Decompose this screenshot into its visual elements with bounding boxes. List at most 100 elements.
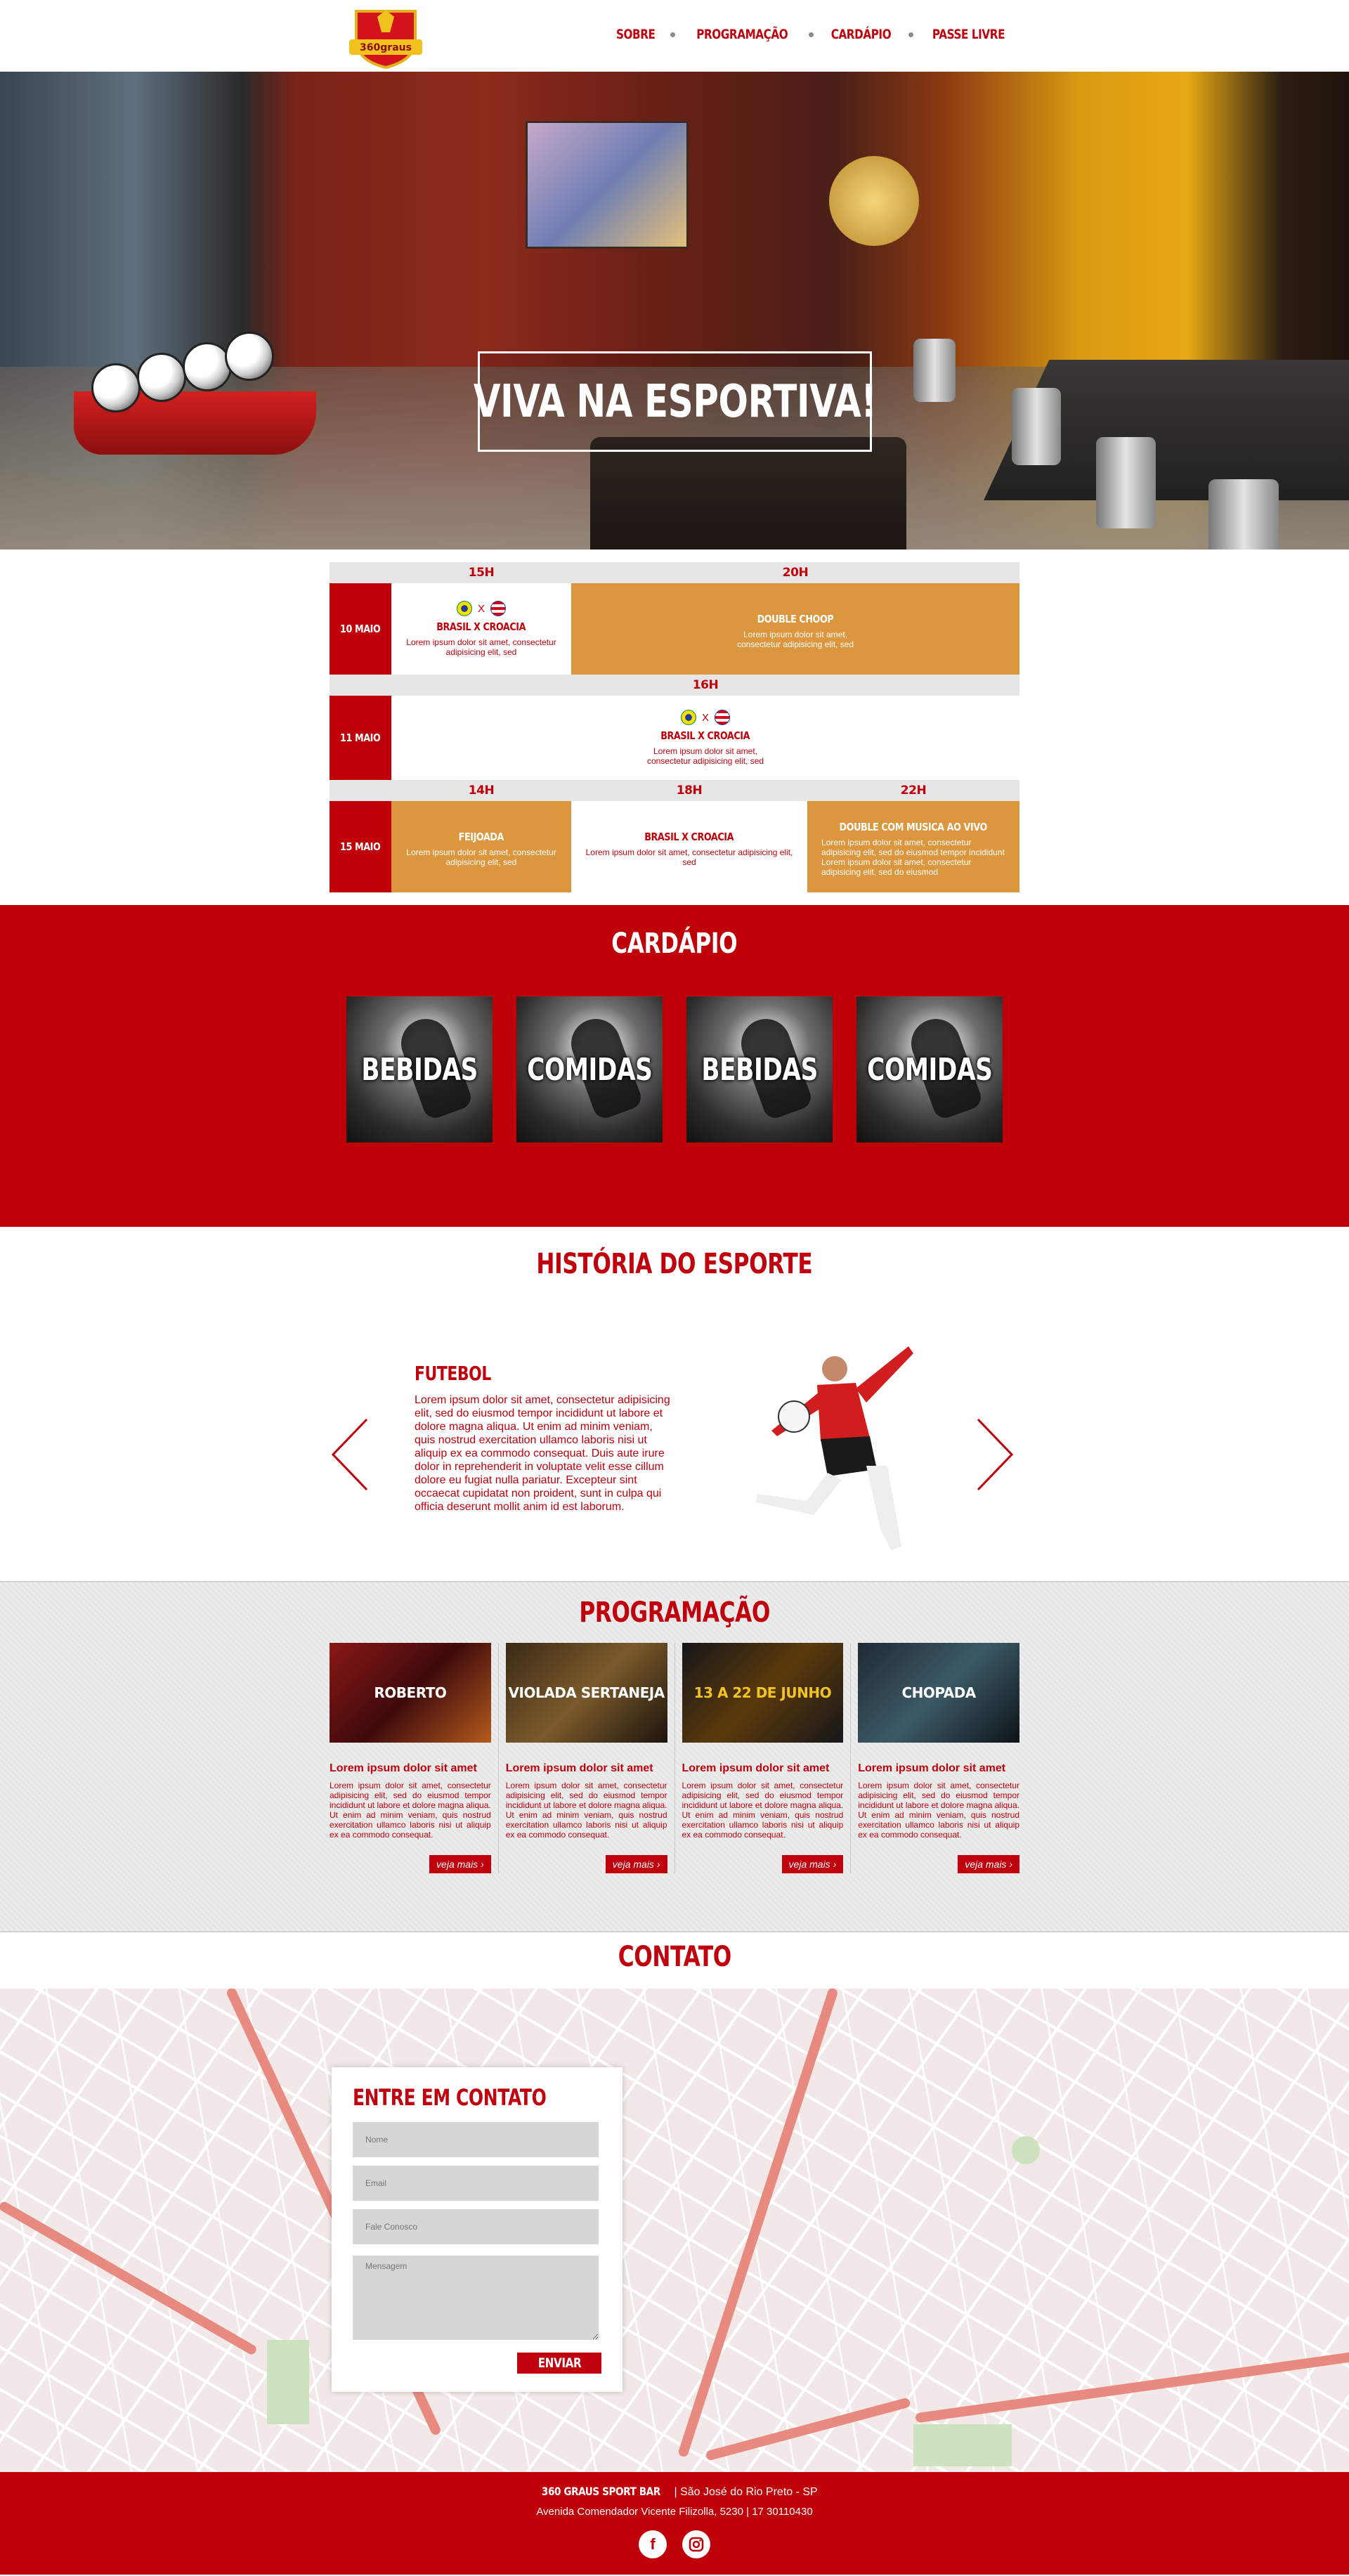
historia-subtitle: FUTEBOL bbox=[415, 1362, 491, 1385]
name-field[interactable] bbox=[353, 2122, 599, 2157]
schedule-event[interactable]: X BRASIL X CROACIA Lorem ipsum dolor sit… bbox=[391, 583, 571, 675]
brazil-flag-icon bbox=[456, 601, 472, 616]
menu-grid: BEBIDAS COMIDAS BEBIDAS COMIDAS bbox=[0, 996, 1349, 1143]
event-description: Lorem ipsum dolor sit amet, consectetur … bbox=[406, 847, 556, 867]
footer-brand: 360 GRAUS SPORT BAR bbox=[542, 2485, 661, 2498]
map-park bbox=[267, 2340, 309, 2424]
section-title: PROGRAMAÇÃO bbox=[579, 1596, 770, 1629]
event-description: Lorem ipsum dolor sit amet, consectetur … bbox=[646, 746, 764, 766]
event-poster[interactable]: CHOPADA bbox=[858, 1643, 1019, 1743]
schedule-event[interactable]: DOUBLE CHOOP Lorem ipsum dolor sit amet,… bbox=[571, 583, 1019, 675]
event-card: ROBERTO Lorem ipsum dolor sit amet Lorem… bbox=[330, 1643, 498, 1873]
brazil-flag-icon bbox=[680, 710, 696, 725]
veja-mais-button[interactable]: veja mais › bbox=[958, 1855, 1019, 1873]
menu-card-bebidas[interactable]: BEBIDAS bbox=[346, 996, 493, 1143]
event-card-heading: Lorem ipsum dolor sit amet bbox=[858, 1762, 1006, 1774]
schedule-event[interactable]: DOUBLE COM MUSICA AO VIVO Lorem ipsum do… bbox=[807, 801, 1019, 892]
form-title: ENTRE EM CONTATO bbox=[353, 2084, 547, 2111]
schedule-table: 15H 20H 10 MAIO X BRASIL X CROACIA Lorem… bbox=[330, 562, 1019, 892]
site-footer: 360 GRAUS SPORT BAR | São José do Rio Pr… bbox=[0, 2472, 1349, 2575]
schedule-day: 10 MAIO bbox=[330, 583, 391, 675]
map-park bbox=[913, 2424, 1012, 2466]
schedule-event[interactable]: FEIJOADA Lorem ipsum dolor sit amet, con… bbox=[391, 801, 571, 892]
soccer-player-image bbox=[756, 1346, 913, 1550]
event-card: VIOLADA SERTANEJA Lorem ipsum dolor sit … bbox=[497, 1643, 674, 1873]
croatia-flag-icon bbox=[715, 710, 730, 725]
nav-separator bbox=[809, 32, 814, 37]
event-title: DOUBLE CHOOP bbox=[757, 613, 834, 625]
event-card-text: Lorem ipsum dolor sit amet, consectetur … bbox=[858, 1781, 1019, 1840]
facebook-icon[interactable]: f bbox=[639, 2530, 667, 2558]
veja-mais-button[interactable]: veja mais › bbox=[781, 1855, 844, 1873]
time-label: 22H bbox=[900, 783, 927, 798]
chevron-right-icon[interactable] bbox=[977, 1418, 1013, 1491]
schedule-day: 11 MAIO bbox=[330, 696, 391, 780]
schedule-event[interactable]: X BRASIL X CROACIA Lorem ipsum dolor sit… bbox=[391, 696, 1019, 780]
event-title: FEIJOADA bbox=[458, 831, 504, 843]
time-label: 18H bbox=[676, 783, 703, 798]
event-card-heading: Lorem ipsum dolor sit amet bbox=[505, 1762, 653, 1774]
barrel-stool bbox=[913, 339, 956, 402]
barrel-stool bbox=[1096, 437, 1156, 528]
social-links: f bbox=[0, 2530, 1349, 2558]
nav-cardapio[interactable]: CARDÁPIO bbox=[831, 27, 892, 42]
schedule-event[interactable]: BRASIL X CROACIA Lorem ipsum dolor sit a… bbox=[571, 801, 807, 892]
menu-card-label: BEBIDAS bbox=[701, 1051, 818, 1088]
event-description: Lorem ipsum dolor sit amet, consectetur … bbox=[821, 838, 1005, 877]
nav-separator bbox=[908, 32, 914, 37]
logo[interactable]: 360graus bbox=[349, 4, 422, 69]
map-road bbox=[705, 2397, 911, 2461]
barrel-stool bbox=[1012, 388, 1061, 465]
subject-field[interactable] bbox=[353, 2209, 599, 2244]
historia-section: HISTÓRIA DO ESPORTE FUTEBOL Lorem ipsum … bbox=[0, 1227, 1349, 1581]
map-park bbox=[1012, 2136, 1040, 2164]
event-card-text: Lorem ipsum dolor sit amet, consectetur … bbox=[330, 1781, 491, 1840]
nav-passe-livre[interactable]: PASSE LIVRE bbox=[932, 27, 1005, 42]
site-header: 360graus SOBRE PROGRAMAÇÃO CARDÁPIO PASS… bbox=[0, 0, 1349, 72]
event-poster[interactable]: VIOLADA SERTANEJA bbox=[505, 1643, 667, 1743]
event-card-text: Lorem ipsum dolor sit amet, consectetur … bbox=[505, 1781, 667, 1840]
instagram-icon[interactable] bbox=[682, 2530, 710, 2558]
barrel-stool bbox=[1208, 479, 1279, 549]
cardapio-section: CARDÁPIO BEBIDAS COMIDAS BEBIDAS COMIDAS bbox=[0, 905, 1349, 1227]
time-label: 15H bbox=[468, 566, 495, 580]
event-card: 13 A 22 DE JUNHO Lorem ipsum dolor sit a… bbox=[674, 1643, 851, 1873]
map-road bbox=[677, 1989, 839, 2458]
schedule-day: 15 MAIO bbox=[330, 801, 391, 892]
veja-mais-button[interactable]: veja mais › bbox=[605, 1855, 667, 1873]
menu-card-label: BEBIDAS bbox=[361, 1051, 478, 1088]
event-title: DOUBLE COM MUSICA AO VIVO bbox=[839, 821, 988, 833]
hero-tv-image bbox=[526, 121, 689, 249]
nav-separator bbox=[670, 32, 675, 37]
hero-bench bbox=[590, 437, 906, 549]
schedule-times-row: 15H 20H bbox=[330, 562, 1019, 583]
time-label: 20H bbox=[782, 566, 809, 580]
message-field[interactable] bbox=[353, 2256, 599, 2340]
event-poster[interactable]: ROBERTO bbox=[330, 1643, 491, 1743]
section-title: HISTÓRIA DO ESPORTE bbox=[536, 1248, 813, 1280]
main-nav: SOBRE PROGRAMAÇÃO CARDÁPIO PASSE LIVRE bbox=[611, 27, 1014, 42]
schedule-times-row: 16H bbox=[330, 675, 1019, 696]
hero-wall-plate bbox=[829, 156, 919, 246]
nav-programacao[interactable]: PROGRAMAÇÃO bbox=[696, 27, 788, 42]
menu-card-bebidas[interactable]: BEBIDAS bbox=[686, 996, 833, 1143]
soccer-ball-icon bbox=[91, 363, 141, 412]
location-map[interactable]: ENTRE EM CONTATO ENVIAR bbox=[0, 1989, 1349, 2472]
send-button[interactable]: ENVIAR bbox=[517, 2353, 601, 2374]
event-poster[interactable]: 13 A 22 DE JUNHO bbox=[682, 1643, 844, 1743]
veja-mais-button[interactable]: veja mais › bbox=[429, 1855, 491, 1873]
chevron-left-icon[interactable] bbox=[332, 1418, 368, 1491]
svg-text:360graus: 360graus bbox=[360, 42, 412, 53]
menu-card-label: COMIDAS bbox=[866, 1051, 993, 1088]
schedule-row: 11 MAIO X BRASIL X CROACIA Lorem ipsum d… bbox=[330, 696, 1019, 780]
event-title: BRASIL X CROACIA bbox=[436, 620, 526, 633]
email-field[interactable] bbox=[353, 2166, 599, 2201]
menu-card-comidas[interactable]: COMIDAS bbox=[856, 996, 1003, 1143]
menu-card-label: COMIDAS bbox=[526, 1051, 653, 1088]
contato-header: CONTATO bbox=[0, 1932, 1349, 1989]
nav-sobre[interactable]: SOBRE bbox=[616, 27, 656, 42]
schedule-row: 15 MAIO FEIJOADA Lorem ipsum dolor sit a… bbox=[330, 801, 1019, 892]
event-title: BRASIL X CROACIA bbox=[660, 729, 750, 742]
menu-card-comidas[interactable]: COMIDAS bbox=[516, 996, 663, 1143]
programacao-grid: ROBERTO Lorem ipsum dolor sit amet Lorem… bbox=[330, 1643, 1019, 1873]
